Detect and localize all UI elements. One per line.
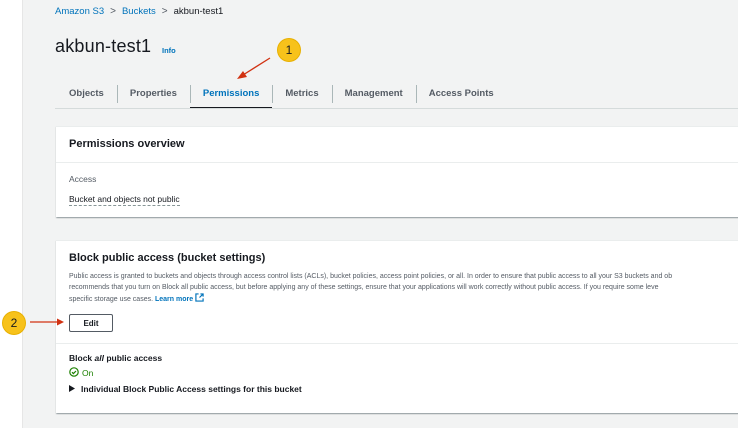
annotation-arrows	[30, 57, 271, 326]
arrow-icon	[30, 318, 64, 326]
arrow-icon	[237, 57, 271, 79]
callout-badge-2: 2	[3, 312, 25, 334]
callout-badge-1: 1	[278, 39, 300, 61]
